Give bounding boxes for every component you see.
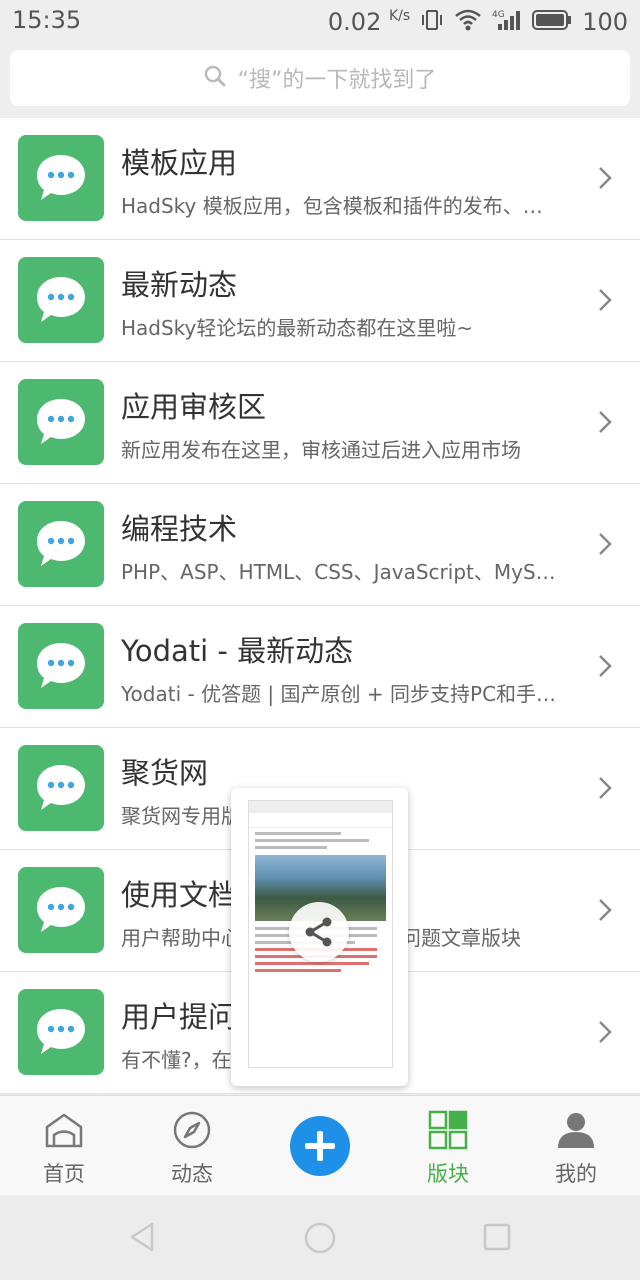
board-chat-icon [18,379,104,465]
board-desc: HadSky 模板应用，包含模板和插件的发布、… [121,194,543,218]
board-desc: 新应用发布在这里，审核通过后进入应用市场 [121,438,521,462]
wifi-icon [454,8,482,36]
board-desc: HadSky轻论坛的最新动态都在这里啦~ [121,316,474,340]
tab-me[interactable]: 我的 [512,1096,640,1196]
battery-level: 100 [582,8,628,36]
board-chat-icon [18,257,104,343]
thumb-text-line [255,969,341,972]
board-title: 聚货网 [121,756,209,790]
board-desc: PHP、ASP、HTML、CSS、JavaScript、MySQ… [121,560,571,584]
board-row[interactable]: 编程技术 PHP、ASP、HTML、CSS、JavaScript、MySQ… [0,484,640,606]
thumb-text-line [255,839,370,842]
board-chat-icon [18,501,104,587]
status-time: 15:35 [12,6,82,34]
search-bar-container: “搜”的一下就找到了 [0,44,640,118]
net-speed-value: 0.02 [327,8,382,36]
board-row[interactable]: 最新动态 HadSky轻论坛的最新动态都在这里啦~ [0,240,640,362]
back-icon[interactable] [128,1222,156,1256]
search-input[interactable]: “搜”的一下就找到了 [10,50,630,106]
board-title: 编程技术 [121,512,238,546]
board-row[interactable]: Yodati - 最新动态 Yodati - 优答题 | 国产原创 + 同步支持… [0,606,640,728]
board-title: 使用文档 [121,878,238,912]
net-speed-unit: K/s [388,8,411,24]
chevron-right-icon [598,166,612,194]
battery-icon [532,9,572,35]
tab-me-label: 我的 [555,1162,597,1186]
tab-home[interactable]: 首页 [0,1096,128,1196]
status-icons: 0.02 K/s 4G 100 [328,6,628,38]
thumb-text-line [255,846,327,849]
tab-feed-label: 动态 [171,1162,213,1186]
board-desc: Yodati - 优答题 | 国产原创 + 同步支持PC和手… [121,682,557,706]
tab-home-label: 首页 [43,1162,85,1186]
signal-icon: 4G [492,8,522,36]
tab-feed[interactable]: 动态 [128,1096,256,1196]
thumb-status-bar [249,801,392,813]
board-title: 用户提问 [121,1000,238,1034]
chevron-right-icon [598,898,612,926]
board-row[interactable]: 模板应用 HadSky 模板应用，包含模板和插件的发布、… [0,118,640,240]
svg-text:4G: 4G [492,10,505,20]
chevron-right-icon [598,288,612,316]
thumb-header [249,813,392,828]
system-nav-bar [0,1195,640,1280]
board-title: 应用审核区 [121,390,267,424]
tab-boards[interactable]: 版块 [384,1096,512,1196]
board-row[interactable]: 应用审核区 新应用发布在这里，审核通过后进入应用市场 [0,362,640,484]
recents-icon[interactable] [483,1223,511,1255]
board-title: 模板应用 [121,146,238,180]
chevron-right-icon [598,654,612,682]
status-bar: 15:35 0.02 K/s 4G 100 [0,0,640,44]
search-icon [204,65,226,91]
plus-icon [290,1131,350,1180]
chevron-right-icon [598,410,612,438]
new-post-button[interactable] [290,1116,350,1176]
home-circle-icon[interactable] [304,1222,336,1258]
board-chat-icon [18,745,104,831]
chevron-right-icon [598,776,612,804]
board-title: 最新动态 [121,268,238,302]
board-chat-icon [18,867,104,953]
share-button[interactable] [289,902,349,962]
board-chat-icon [18,623,104,709]
chevron-right-icon [598,532,612,560]
tab-boards-label: 版块 [427,1162,469,1186]
chevron-right-icon [598,1020,612,1048]
board-chat-icon [18,135,104,221]
screenshot-share-popup[interactable] [231,788,408,1086]
board-title: Yodati - 最新动态 [121,634,354,668]
bottom-tab-bar: 首页 动态 版块 我的 [0,1095,640,1196]
search-placeholder: “搜”的一下就找到了 [237,68,437,93]
net-speed: 0.02 K/s [328,8,410,36]
thumb-text-line [255,962,370,965]
board-chat-icon [18,989,104,1075]
thumb-text-line [255,832,341,835]
vibrate-icon [420,8,444,36]
